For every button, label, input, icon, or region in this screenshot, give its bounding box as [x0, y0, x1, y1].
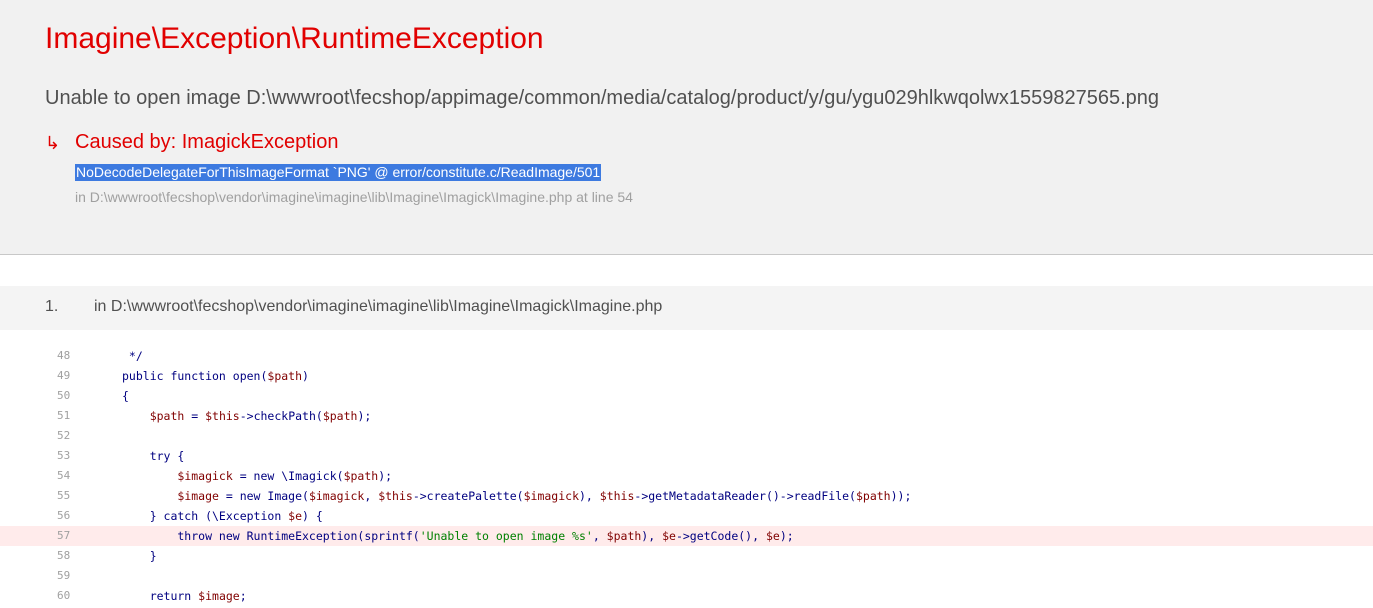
code-line: 53 try { [0, 446, 1373, 466]
code-line: 56 } catch (\Exception $e) { [0, 506, 1373, 526]
line-number: 50 [57, 389, 71, 402]
exception-title: Imagine\Exception\RuntimeException [45, 22, 544, 55]
caused-by-arrow-icon: ↳ [45, 133, 61, 153]
line-number: 48 [57, 349, 71, 362]
code-snippet: 48 */ 49 public function open($path) 50 {51 … [0, 346, 1373, 606]
code-text: { [122, 389, 129, 403]
code-line: 48 */ [0, 346, 1373, 366]
code-text: } catch (\Exception $e) { [122, 509, 323, 523]
code-text: public function open($path) [122, 369, 309, 383]
code-text: $image = new Image($imagick, $this->crea… [177, 489, 912, 503]
line-number: 60 [57, 589, 71, 602]
code-text: */ [122, 349, 143, 363]
line-number: 55 [57, 489, 71, 502]
caused-by-message[interactable]: NoDecodeDelegateForThisImageFormat `PNG'… [75, 164, 602, 181]
stack-frame-file[interactable]: in D:\wwwroot\fecshop\vendor\imagine\ima… [94, 298, 662, 316]
line-number: 58 [57, 549, 71, 562]
code-text: try { [122, 449, 185, 463]
code-line-error: 57 throw new RuntimeException(sprintf('U… [0, 526, 1373, 546]
code-line: 59 [0, 566, 1373, 586]
code-line: 55 $image = new Image($imagick, $this->c… [0, 486, 1373, 506]
code-line: 50 { [0, 386, 1373, 406]
caused-by-location: in D:\wwwroot\fecshop\vendor\imagine\ima… [75, 189, 633, 205]
code-line: 52 [0, 426, 1373, 446]
code-text: } [122, 549, 157, 563]
code-text: throw new RuntimeException(sprintf('Unab… [122, 529, 794, 543]
code-line: 54 $imagick = new \Imagick($path); [0, 466, 1373, 486]
line-number: 52 [57, 429, 71, 442]
line-number: 56 [57, 509, 71, 522]
line-number: 53 [57, 449, 71, 462]
code-text: $imagick = new \Imagick($path); [177, 469, 393, 483]
error-header: Imagine\Exception\RuntimeException Unabl… [0, 0, 1373, 255]
line-number: 49 [57, 369, 71, 382]
code-line: 51 $path = $this->checkPath($path); [0, 406, 1373, 426]
code-line: 58 } [0, 546, 1373, 566]
line-number: 57 [57, 529, 71, 542]
line-number: 54 [57, 469, 71, 482]
exception-message: Unable to open image D:\wwwroot\fecshop/… [45, 87, 1160, 109]
stack-frame-number: 1. [45, 298, 59, 315]
code-text: return $image; [122, 589, 247, 603]
code-text: $path = $this->checkPath($path); [149, 409, 372, 423]
line-number: 51 [57, 409, 71, 422]
code-line: 60 return $image; [0, 586, 1373, 606]
line-number: 59 [57, 569, 71, 582]
code-line: 49 public function open($path) [0, 366, 1373, 386]
caused-by-title: Caused by: ImagickException [75, 131, 339, 153]
